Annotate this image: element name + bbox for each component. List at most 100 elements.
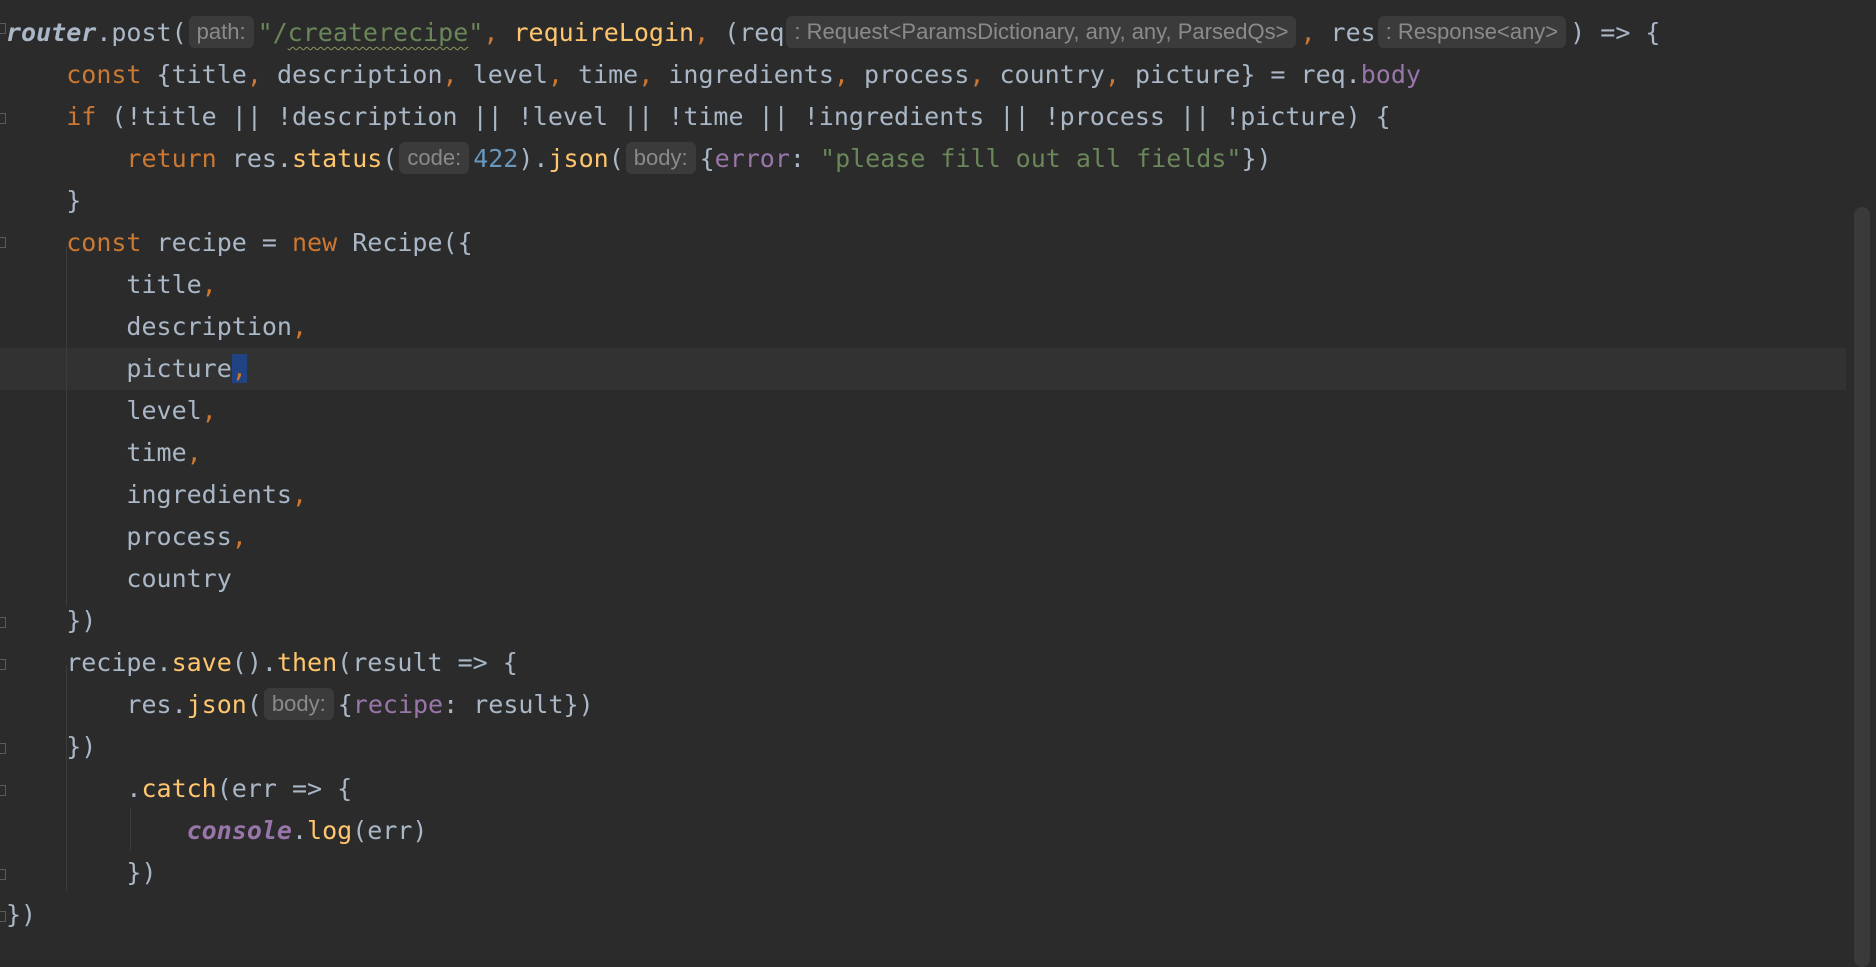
code-token: "/ [257, 18, 288, 47]
code-token: }) [6, 900, 37, 929]
code-token: {title [156, 60, 247, 89]
code-token: , [246, 60, 277, 89]
code-token: level [472, 60, 548, 89]
code-line[interactable]: const {title, description, level, time, … [0, 54, 1846, 96]
code-line[interactable]: recipe.save().then(result => { [0, 642, 1846, 684]
code-token: error [714, 144, 790, 173]
code-token: res [1330, 18, 1376, 47]
code-token: { [337, 690, 353, 719]
code-line[interactable]: res.json(body: {recipe: result}) [0, 684, 1846, 726]
code-token: recipe [352, 690, 444, 719]
fold-marker-icon[interactable] [0, 911, 6, 922]
scrollbar-thumb[interactable] [1854, 207, 1870, 967]
code-token: ). [518, 144, 549, 173]
parameter-hint: code: [399, 142, 470, 174]
code-token: "please fill out all fields" [820, 144, 1242, 173]
code-token: .post( [96, 18, 187, 47]
code-token: , [694, 18, 725, 47]
code-token: (result => { [337, 648, 518, 677]
code-editor[interactable]: router.post(path: "/createrecipe", requir… [0, 0, 1876, 967]
parameter-hint: : Request<ParamsDictionary, any, any, Pa… [786, 16, 1297, 48]
parameter-hint: body: [625, 142, 696, 174]
code-line[interactable]: .catch(err => { [0, 768, 1846, 810]
code-line[interactable]: title, [0, 264, 1846, 306]
code-token: , [969, 60, 1000, 89]
code-line[interactable]: if (!title || !description || !level || … [0, 96, 1846, 138]
code-token: picture} = req. [1134, 60, 1361, 89]
code-token: then [276, 648, 338, 677]
code-line[interactable]: router.post(path: "/createrecipe", requir… [0, 12, 1846, 54]
code-token: } [6, 186, 82, 215]
code-line[interactable]: }) [0, 852, 1846, 894]
code-token: ingredients [668, 60, 834, 89]
code-line[interactable]: } [0, 180, 1846, 222]
code-line[interactable]: ingredients, [0, 474, 1846, 516]
code-token: picture [6, 354, 232, 383]
code-token: (err) [352, 816, 428, 845]
code-token: const [66, 60, 157, 89]
code-token: , [231, 522, 247, 551]
code-line[interactable]: }) [0, 600, 1846, 642]
code-token: recipe. [6, 648, 172, 677]
code-line[interactable]: const recipe = new Recipe({ [0, 222, 1846, 264]
fold-marker-icon[interactable] [0, 113, 6, 124]
fold-marker-icon[interactable] [0, 743, 6, 754]
code-token: json [548, 144, 609, 173]
code-token: router [6, 18, 97, 47]
code-token: status [292, 144, 383, 173]
code-token: (!title || !description || !level || !ti… [111, 102, 1391, 131]
vertical-scrollbar[interactable] [1846, 0, 1876, 967]
code-token: , [547, 60, 579, 89]
code-token: , [231, 354, 247, 383]
fold-marker-icon[interactable] [0, 869, 6, 880]
code-line[interactable]: return res.status(code: 422).json(body: {e… [0, 138, 1846, 180]
code-token: 422 [473, 144, 519, 173]
fold-marker-icon[interactable] [0, 785, 6, 796]
current-line[interactable]: picture, [0, 348, 1846, 390]
code-token: body [1360, 60, 1421, 89]
code-token: , [291, 312, 308, 341]
code-line[interactable]: time, [0, 432, 1846, 474]
code-token: , [1104, 60, 1135, 89]
code-token: recipe = [156, 228, 292, 257]
code-line[interactable]: process, [0, 516, 1846, 558]
code-token: Recipe({ [352, 228, 473, 257]
code-token: requireLogin [513, 18, 695, 47]
code-token: }) [1241, 144, 1272, 173]
code-line[interactable]: country [0, 558, 1846, 600]
code-line[interactable]: }) [0, 894, 1846, 936]
code-token: . [6, 774, 142, 803]
fold-marker-icon[interactable] [0, 23, 6, 34]
code-line[interactable]: console.log(err) [0, 810, 1846, 852]
code-line[interactable]: level, [0, 390, 1846, 432]
code-token: time [6, 438, 187, 467]
code-token: . [291, 816, 308, 845]
indent-guide [66, 246, 67, 606]
code-line[interactable]: }) [0, 726, 1846, 768]
code-token: createrecipe [287, 18, 469, 47]
code-token: const [66, 228, 157, 257]
code-token: catch [141, 774, 217, 803]
fold-marker-icon[interactable] [0, 237, 6, 248]
code-token: , [291, 480, 308, 509]
code-token: new [292, 228, 353, 257]
code-token: if [66, 102, 112, 131]
code-token: process [864, 60, 970, 89]
code-token: country [999, 60, 1105, 89]
code-line[interactable]: description, [0, 306, 1846, 348]
code-token: time [578, 60, 639, 89]
code-token: level [6, 396, 202, 425]
parameter-hint: path: [188, 16, 254, 48]
code-token: title [6, 270, 202, 299]
indent-guide [66, 666, 67, 891]
code-token: res. [6, 690, 187, 719]
fold-marker-icon[interactable] [0, 617, 6, 628]
code-token: , [201, 270, 217, 299]
fold-marker-icon[interactable] [0, 659, 6, 670]
code-token: , [483, 18, 514, 47]
code-token: ( [382, 144, 398, 173]
code-token: (). [231, 648, 277, 677]
